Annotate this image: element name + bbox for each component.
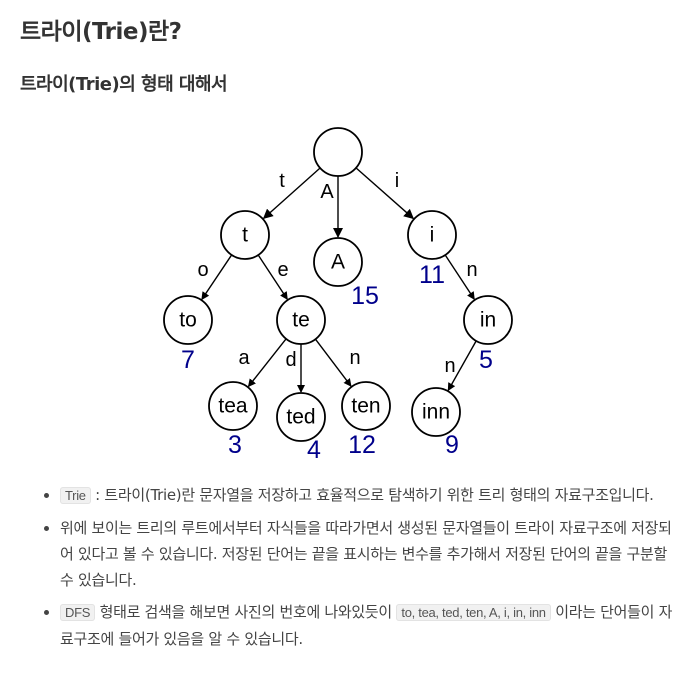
node-label: inn <box>422 401 450 424</box>
node-label: te <box>292 309 310 332</box>
list-item: 위에 보이는 트리의 루트에서부터 자식들을 따라가면서 생성된 문자열들이 트… <box>60 515 677 593</box>
node-number: 3 <box>228 431 242 459</box>
edge-label: n <box>444 355 455 377</box>
code-dfs: DFS <box>60 604 96 621</box>
edge-label: d <box>285 349 296 371</box>
list-item: Trie : 트라이(Trie)란 문자열을 저장하고 효율적으로 탐색하기 위… <box>60 482 677 509</box>
description-list: Trie : 트라이(Trie)란 문자열을 저장하고 효율적으로 탐색하기 위… <box>38 482 677 658</box>
list-item-text: 형태로 검색을 해보면 사진의 번호에 나와있듯이 <box>95 603 397 621</box>
edge-te-ten <box>314 338 352 387</box>
edge-label: n <box>349 347 360 369</box>
node-number: 15 <box>351 282 379 310</box>
node-label: tea <box>218 395 248 418</box>
edge-label: n <box>466 259 477 281</box>
trie-diagram-svg: t Ai o e n a d n n t A 15 i 11 to 7 te in 5 tea 3 ted 4 ten 12 i… <box>163 127 513 464</box>
page-title: 트라이(Trie)란? <box>20 19 182 45</box>
node-label: ted <box>286 406 315 429</box>
edge-root-t <box>262 167 321 220</box>
list-item: DFS 형태로 검색을 해보면 사진의 번호에 나와있듯이 to, tea, t… <box>60 599 677 652</box>
edge-label: e <box>277 259 288 281</box>
node-label: ten <box>351 395 380 418</box>
edge-root-i <box>355 167 415 220</box>
code-word-list: to, tea, ted, ten, A, i, in, inn <box>396 604 551 621</box>
edge-label: a <box>238 347 250 369</box>
edge-label: i <box>395 170 399 192</box>
list-item-text: 위에 보이는 트리의 루트에서부터 자식들을 따라가면서 생성된 문자열들이 트… <box>60 519 672 589</box>
section-heading: 트라이(Trie)의 형태 대해서 <box>20 74 228 95</box>
node-label: A <box>331 251 345 274</box>
edge-te-tea <box>247 338 287 388</box>
node-number: 9 <box>445 431 459 459</box>
edge-label: o <box>197 259 208 281</box>
node-label: to <box>179 309 197 332</box>
edge-label: t <box>279 170 285 192</box>
node-number: 5 <box>479 346 493 374</box>
node-label: i <box>430 224 435 247</box>
node-label: in <box>480 309 496 332</box>
node-root <box>313 127 363 177</box>
trie-diagram: t Ai o e n a d n n t A 15 i 11 to 7 te in 5 tea 3 ted 4 ten 12 i… <box>150 118 530 468</box>
node-number: 4 <box>307 436 321 464</box>
node-number: 12 <box>348 431 376 459</box>
edge-label: A <box>320 181 334 203</box>
node-number: 7 <box>181 346 195 374</box>
node-label: t <box>242 224 248 247</box>
list-item-text: : 트라이(Trie)란 문자열을 저장하고 효율적으로 탐색하기 위한 트리 … <box>90 486 654 504</box>
code-trie: Trie <box>60 487 91 504</box>
node-number: 11 <box>419 261 445 289</box>
